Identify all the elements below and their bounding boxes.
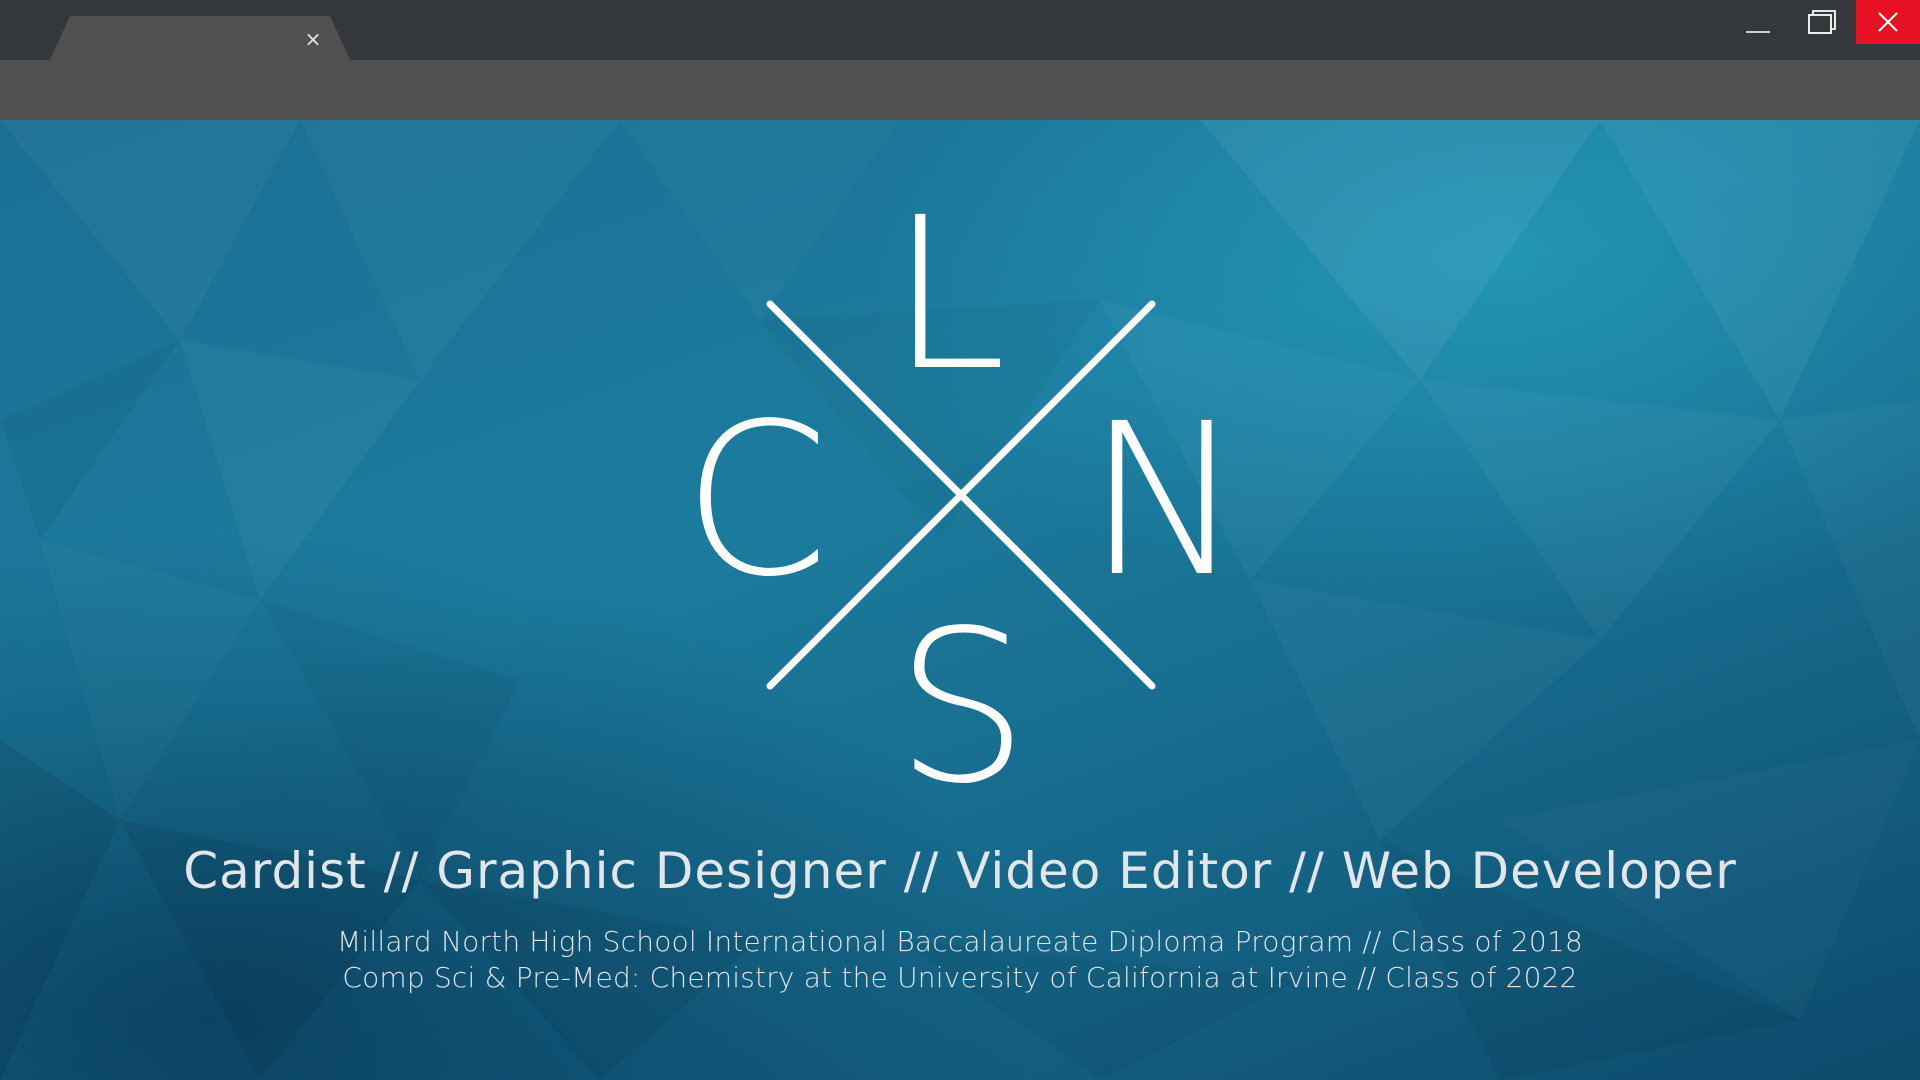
education-line-high-school: Millard North High School International … <box>337 925 1583 958</box>
title-bar: × <box>0 0 1920 60</box>
minimize-icon <box>1746 31 1770 33</box>
browser-toolbar <box>0 60 1920 120</box>
logo-letter-bottom: S <box>895 585 1028 830</box>
logo-letter-top: L <box>890 172 1007 417</box>
education-line-university: Comp Sci & Pre-Med: Chemistry at the Uni… <box>342 961 1578 994</box>
minimize-button[interactable] <box>1726 0 1790 44</box>
logo-letter-left: C <box>683 378 830 623</box>
maximize-button[interactable] <box>1790 0 1854 44</box>
tab-close-icon[interactable]: × <box>296 27 330 51</box>
maximize-icon <box>1808 10 1836 34</box>
logo-letter-right: N <box>1086 378 1243 623</box>
close-icon <box>1878 12 1898 32</box>
close-window-button[interactable] <box>1856 0 1920 44</box>
roles-headline: Cardist // Graphic Designer // Video Edi… <box>183 842 1737 900</box>
hero-section: L C N S Cardist // Graphic Designer // V… <box>0 120 1920 1080</box>
